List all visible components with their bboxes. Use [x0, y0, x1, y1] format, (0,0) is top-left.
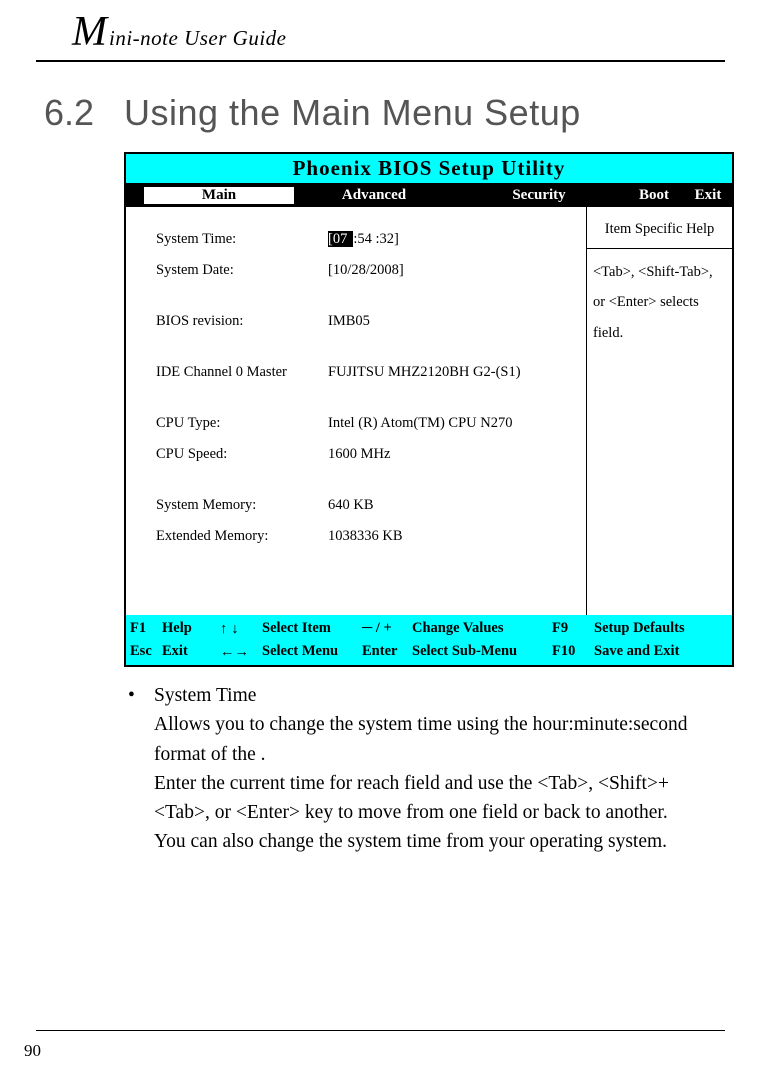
body-paragraph-3: You can also change the system time from… — [154, 827, 714, 856]
footer-label-change-values: Change Values — [412, 620, 552, 637]
system-date-label: System Date: — [156, 262, 328, 279]
footer-label-help: Help — [162, 620, 220, 637]
cpu-type-value: Intel (R) Atom(TM) CPU N270 — [328, 415, 512, 432]
header-logo-letter: M — [72, 8, 107, 56]
footer-arrows-left-right-icon: ←→ — [220, 644, 262, 660]
footer-label-select-menu: Select Menu — [262, 643, 362, 660]
section-heading: 6.2 Using the Main Menu Setup — [40, 92, 721, 134]
footer-label-exit: Exit — [162, 643, 220, 660]
help-header: Item Specific Help — [587, 207, 732, 249]
page-number: 90 — [24, 1041, 41, 1061]
system-time-rest: :54 :32] — [353, 231, 399, 247]
bios-revision-label: BIOS revision: — [156, 313, 328, 330]
bios-help-panel: Item Specific Help <Tab>, <Shift-Tab>, o… — [587, 207, 732, 615]
tab-security[interactable]: Security — [454, 187, 624, 204]
ide-channel-label: IDE Channel 0 Master — [156, 364, 328, 381]
bios-main-panel: System Time: [07:54 :32] System Date: [1… — [126, 207, 587, 615]
header-title: ini-note User Guide — [109, 26, 286, 51]
system-memory-value: 640 KB — [328, 497, 374, 514]
footer-key-esc: Esc — [130, 643, 162, 660]
system-time-value[interactable]: [07:54 :32] — [328, 231, 399, 248]
footer-key-f10: F10 — [552, 643, 594, 660]
footer-key-f1: F1 — [130, 620, 162, 637]
system-memory-label: System Memory: — [156, 497, 328, 514]
footer-arrows-up-down-icon: ↑ ↓ — [220, 621, 262, 637]
cpu-speed-value: 1600 MHz — [328, 446, 390, 463]
footer-key-f9: F9 — [552, 620, 594, 637]
body-paragraph-2: Enter the current time for reach field a… — [154, 769, 714, 828]
bios-footer: F1 Help ↑ ↓ Select Item ─ / + Change Val… — [126, 615, 732, 665]
page-header: M ini-note User Guide — [36, 0, 725, 62]
system-date-value[interactable]: [10/28/2008] — [328, 262, 404, 279]
bios-title: Phoenix BIOS Setup Utility — [126, 154, 732, 183]
body-text: • System Time Allows you to change the s… — [124, 681, 714, 857]
body-paragraph-1: Allows you to change the system time usi… — [154, 710, 714, 769]
footer-key-enter: Enter — [362, 643, 412, 660]
ide-channel-value: FUJITSU MHZ2120BH G2-(S1) — [328, 364, 521, 381]
help-body: <Tab>, <Shift-Tab>, or <Enter> selects f… — [587, 249, 732, 356]
footer-rule — [36, 1030, 725, 1031]
footer-label-save-and-exit: Save and Exit — [594, 643, 728, 660]
bios-tab-bar: Main Advanced Security Boot Exit — [126, 183, 732, 207]
section-title: Using the Main Menu Setup — [124, 92, 581, 134]
bios-revision-value: IMB05 — [328, 313, 370, 330]
footer-key-minus-plus: ─ / + — [362, 620, 412, 637]
tab-advanced[interactable]: Advanced — [294, 187, 454, 204]
footer-label-select-item: Select Item — [262, 620, 362, 637]
cpu-speed-label: CPU Speed: — [156, 446, 328, 463]
section-number: 6.2 — [40, 92, 124, 134]
tab-boot[interactable]: Boot — [624, 187, 684, 204]
bullet-title: System Time — [154, 681, 714, 710]
cpu-type-label: CPU Type: — [156, 415, 328, 432]
extended-memory-value: 1038336 KB — [328, 528, 403, 545]
system-time-label: System Time: — [156, 231, 328, 248]
system-time-hour-selected[interactable]: [07 — [328, 231, 353, 247]
tab-main[interactable]: Main — [144, 187, 294, 204]
footer-label-setup-defaults: Setup Defaults — [594, 620, 728, 637]
bios-setup-screenshot: Phoenix BIOS Setup Utility Main Advanced… — [124, 152, 734, 667]
tab-exit[interactable]: Exit — [684, 187, 732, 204]
footer-label-select-sub-menu: Select Sub-Menu — [412, 643, 552, 660]
bullet-icon: • — [124, 681, 154, 857]
extended-memory-label: Extended Memory: — [156, 528, 328, 545]
